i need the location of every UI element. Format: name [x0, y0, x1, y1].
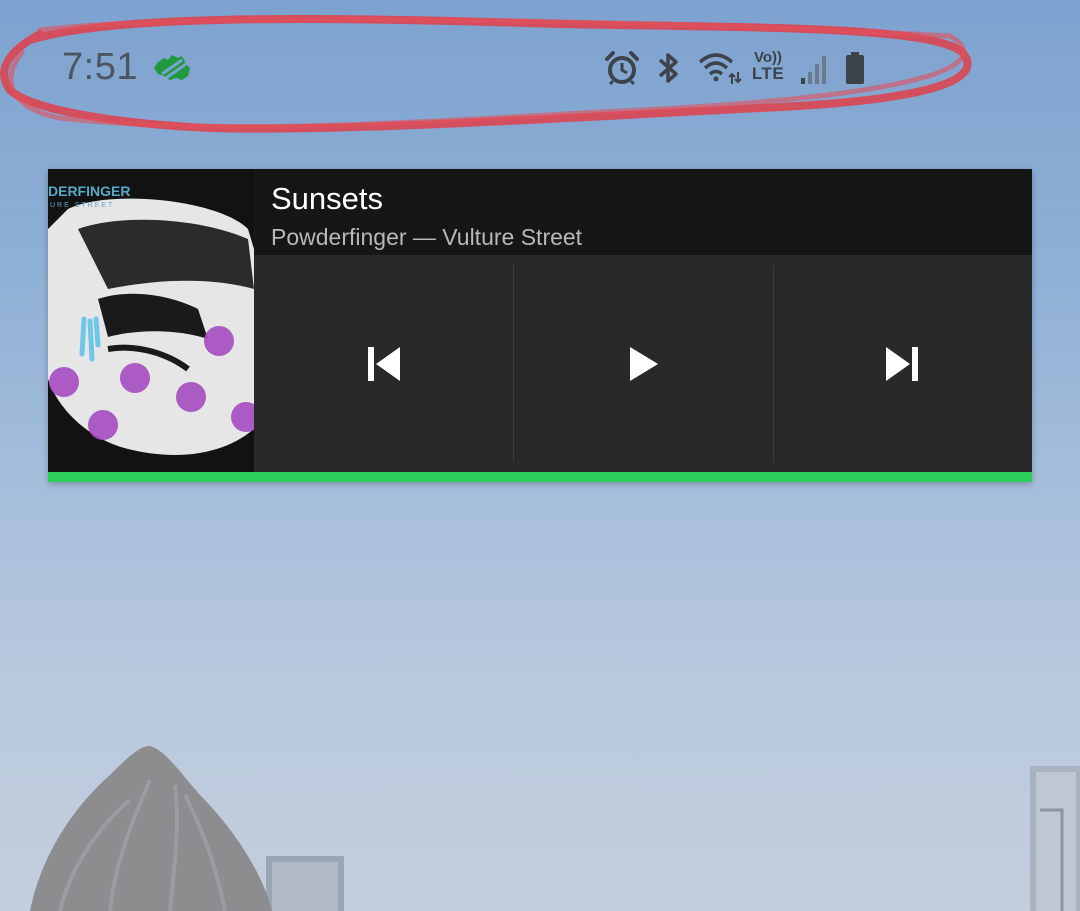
notification-header[interactable]: Sunsets Powderfinger — Vulture Street [254, 169, 1032, 255]
previous-track-button[interactable] [254, 255, 513, 472]
artist-album: Powderfinger — Vulture Street [271, 224, 583, 250]
battery-icon [846, 52, 864, 84]
australia-map-icon [154, 55, 190, 80]
lte-label: LTE [751, 64, 785, 83]
play-button[interactable] [513, 255, 772, 472]
wifi-icon [698, 53, 742, 84]
playback-progress-bar[interactable] [48, 472, 1032, 482]
wallpaper-scene [30, 745, 1080, 911]
alarm-icon [605, 51, 639, 86]
next-track-icon [886, 346, 919, 381]
playback-progress-fill [48, 472, 1032, 482]
album-art[interactable]: DERFINGER URE STREET [48, 169, 254, 472]
album-art-band-text: DERFINGER [48, 183, 130, 199]
next-track-button[interactable] [772, 255, 1032, 472]
previous-track-icon [367, 346, 400, 381]
media-notification[interactable]: DERFINGER URE STREET Sunsets Powderfinge… [48, 169, 1032, 482]
signal-icon [801, 56, 826, 84]
track-title: Sunsets [271, 181, 384, 216]
status-clock: 7:51 [62, 46, 138, 88]
album-art-album-text: URE STREET [50, 202, 114, 209]
bluetooth-icon [658, 53, 678, 83]
playback-controls [254, 255, 1032, 472]
status-bar: 7:51 Vo)) LTE [0, 0, 1080, 150]
volte-lte-icon: Vo)) LTE [750, 50, 786, 90]
album-art-image: DERFINGER URE STREET [48, 169, 254, 472]
play-icon [629, 346, 658, 381]
